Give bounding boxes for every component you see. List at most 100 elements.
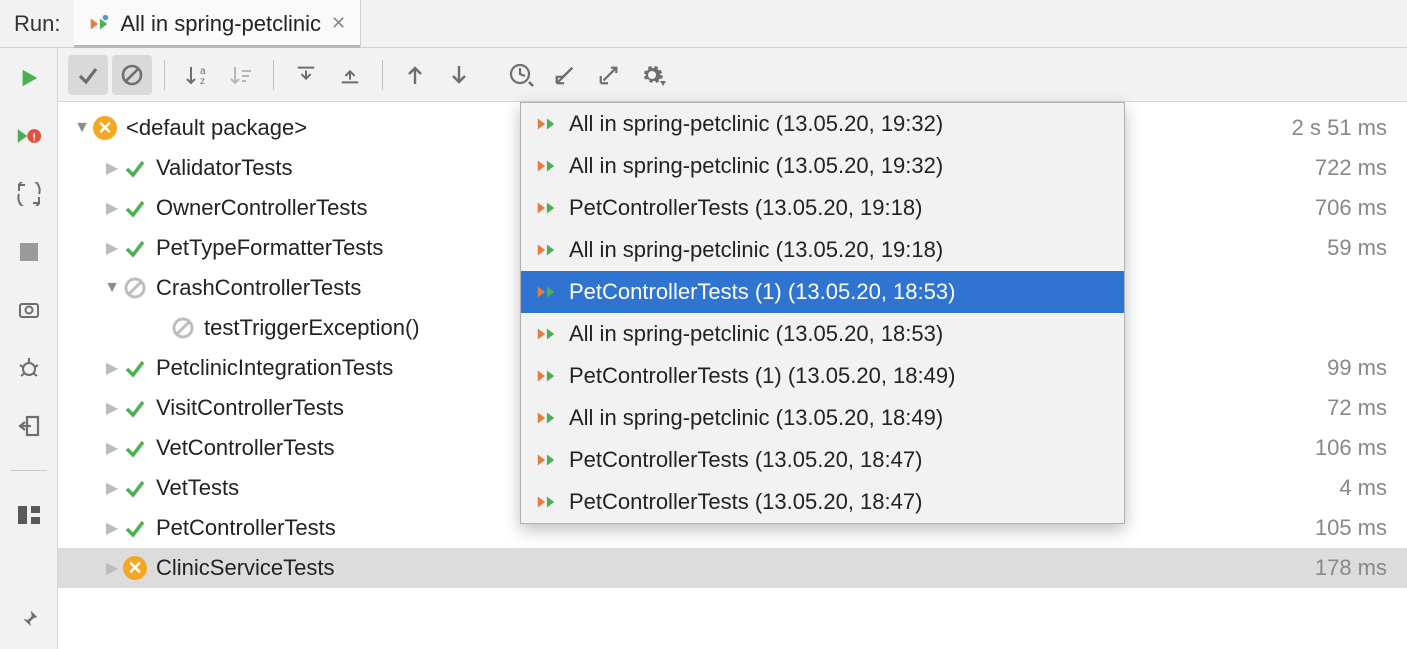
history-item-label: All in spring-petclinic (13.05.20, 19:32… [569, 153, 943, 179]
history-item[interactable]: All in spring-petclinic (13.05.20, 19:32… [521, 103, 1124, 145]
settings-button[interactable] [633, 55, 673, 95]
warning-icon: ✕ [92, 115, 118, 141]
pin-button[interactable] [13, 603, 45, 635]
content-area: az [58, 48, 1407, 649]
skip-icon [122, 275, 148, 301]
pass-icon [122, 475, 148, 501]
history-item[interactable]: All in spring-petclinic (13.05.20, 19:18… [521, 229, 1124, 271]
svg-text:z: z [200, 76, 205, 87]
svg-text:!: ! [32, 131, 36, 143]
duration: 59 ms [1327, 235, 1387, 261]
run-config-icon [535, 491, 557, 513]
chevron-right-icon[interactable]: ▶ [102, 518, 122, 538]
pass-icon [122, 355, 148, 381]
pass-icon [122, 395, 148, 421]
run-config-icon [535, 113, 557, 135]
history-item-label: All in spring-petclinic (13.05.20, 18:49… [569, 405, 943, 431]
chevron-down-icon[interactable]: ▼ [102, 279, 122, 297]
run-label: Run: [0, 11, 74, 37]
close-icon[interactable]: ✕ [331, 13, 346, 34]
tree-row[interactable]: ▶ ✕ ClinicServiceTests 178 ms [58, 548, 1407, 588]
history-item[interactable]: PetControllerTests (13.05.20, 18:47) [521, 481, 1124, 523]
run-config-icon [88, 13, 110, 35]
toolbar-sep-3 [382, 60, 383, 90]
chevron-right-icon[interactable]: ▶ [102, 478, 122, 498]
show-passed-button[interactable] [68, 55, 108, 95]
tab-run-config[interactable]: All in spring-petclinic ✕ [74, 0, 361, 47]
history-item[interactable]: PetControllerTests (13.05.20, 19:18) [521, 187, 1124, 229]
tree-label: PetclinicIntegrationTests [156, 355, 393, 381]
chevron-right-icon[interactable]: ▶ [102, 238, 122, 258]
left-sidebar: ! [0, 48, 58, 649]
chevron-right-icon[interactable]: ▶ [102, 398, 122, 418]
history-item-label: All in spring-petclinic (13.05.20, 18:53… [569, 321, 943, 347]
test-toolbar: az [58, 48, 1407, 102]
tree-label: testTriggerException() [204, 315, 420, 341]
next-failed-button[interactable] [439, 55, 479, 95]
history-item[interactable]: PetControllerTests (13.05.20, 18:47) [521, 439, 1124, 481]
expand-all-button[interactable] [286, 55, 326, 95]
tree-label: ValidatorTests [156, 155, 293, 181]
history-item-label: PetControllerTests (13.05.20, 19:18) [569, 195, 922, 221]
pass-icon [122, 435, 148, 461]
tree-label: VisitControllerTests [156, 395, 344, 421]
tree-label: OwnerControllerTests [156, 195, 368, 221]
history-item-label: PetControllerTests (13.05.20, 18:47) [569, 447, 922, 473]
run-config-icon [535, 365, 557, 387]
chevron-right-icon[interactable]: ▶ [102, 358, 122, 378]
duration: 99 ms [1327, 355, 1387, 381]
duration: 722 ms [1315, 155, 1387, 181]
history-item-label: PetControllerTests (13.05.20, 18:47) [569, 489, 922, 515]
rerun-failed-button[interactable]: ! [13, 120, 45, 152]
tree-label: <default package> [126, 115, 307, 141]
tab-title: All in spring-petclinic [120, 11, 321, 37]
toolbar-sep-2 [273, 60, 274, 90]
pass-icon [122, 195, 148, 221]
layout-button[interactable] [13, 499, 45, 531]
import-tests-button[interactable] [545, 55, 585, 95]
duration: 105 ms [1315, 515, 1387, 541]
debug-button[interactable] [13, 352, 45, 384]
sort-alpha-button[interactable]: az [177, 55, 217, 95]
run-config-icon [535, 449, 557, 471]
chevron-right-icon[interactable]: ▶ [102, 198, 122, 218]
chevron-down-icon[interactable]: ▼ [72, 119, 92, 137]
toggle-auto-test-button[interactable] [13, 178, 45, 210]
duration: 106 ms [1315, 435, 1387, 461]
pass-icon [122, 235, 148, 261]
duration: 706 ms [1315, 195, 1387, 221]
warning-icon: ✕ [122, 555, 148, 581]
exit-button[interactable] [13, 410, 45, 442]
history-item-label: PetControllerTests (1) (13.05.20, 18:49) [569, 363, 955, 389]
run-config-icon [535, 239, 557, 261]
history-item[interactable]: All in spring-petclinic (13.05.20, 18:53… [521, 313, 1124, 355]
history-item[interactable]: All in spring-petclinic (13.05.20, 19:32… [521, 145, 1124, 187]
show-ignored-button[interactable] [112, 55, 152, 95]
prev-failed-button[interactable] [395, 55, 435, 95]
pass-icon [122, 515, 148, 541]
chevron-right-icon[interactable]: ▶ [102, 558, 122, 578]
history-item[interactable]: PetControllerTests (1) (13.05.20, 18:49) [521, 355, 1124, 397]
test-history-button[interactable] [501, 55, 541, 95]
duration: 4 ms [1339, 475, 1387, 501]
export-tests-button[interactable] [589, 55, 629, 95]
history-item[interactable]: All in spring-petclinic (13.05.20, 18:49… [521, 397, 1124, 439]
run-config-icon [535, 197, 557, 219]
run-config-icon [535, 323, 557, 345]
test-history-dropdown[interactable]: All in spring-petclinic (13.05.20, 19:32… [520, 102, 1125, 524]
toolbar-sep-1 [164, 60, 165, 90]
pass-icon [122, 155, 148, 181]
history-item[interactable]: PetControllerTests (1) (13.05.20, 18:53) [521, 271, 1124, 313]
tab-strip: Run: All in spring-petclinic ✕ [0, 0, 1407, 48]
tree-label: PetControllerTests [156, 515, 336, 541]
history-item-label: All in spring-petclinic (13.05.20, 19:32… [569, 111, 943, 137]
run-button[interactable] [13, 62, 45, 94]
sort-duration-button[interactable] [221, 55, 261, 95]
chevron-right-icon[interactable]: ▶ [102, 158, 122, 178]
stop-button[interactable] [13, 236, 45, 268]
collapse-all-button[interactable] [330, 55, 370, 95]
dump-threads-button[interactable] [13, 294, 45, 326]
chevron-right-icon[interactable]: ▶ [102, 438, 122, 458]
tree-label: VetControllerTests [156, 435, 335, 461]
history-item-label: PetControllerTests (1) (13.05.20, 18:53) [569, 279, 955, 305]
